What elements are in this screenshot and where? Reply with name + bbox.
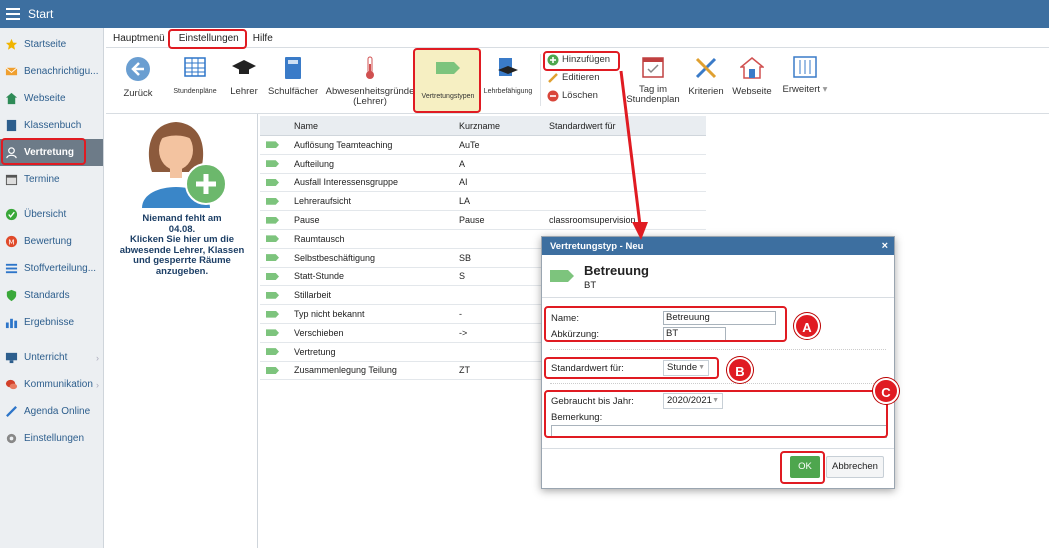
arrow-annotation: [619, 70, 648, 240]
annotation-badge-c: C: [873, 378, 899, 404]
annotation-badge-a: A: [794, 313, 820, 339]
annotation-badge-b: B: [727, 357, 753, 383]
